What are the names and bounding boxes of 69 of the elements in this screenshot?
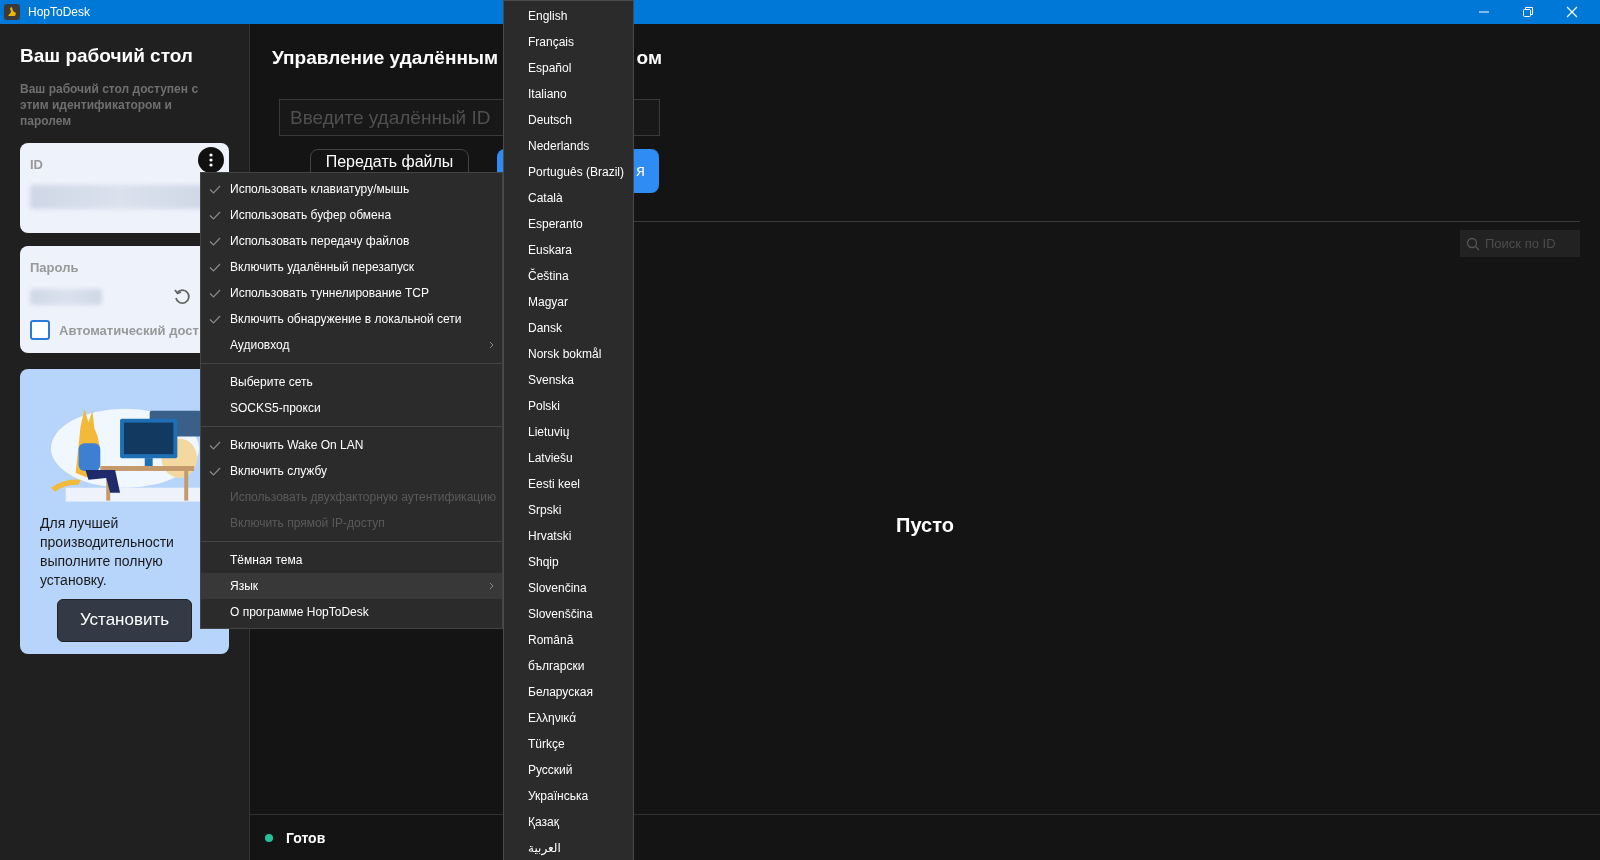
menu-item[interactable]: Português (Brazil) xyxy=(504,159,633,185)
menu-item[interactable]: Включить обнаружение в локальной сети xyxy=(201,306,502,332)
menu-item[interactable]: English xyxy=(504,3,633,29)
menu-item[interactable]: Polski xyxy=(504,393,633,419)
menu-item[interactable]: Dansk xyxy=(504,315,633,341)
menu-item[interactable]: Nederlands xyxy=(504,133,633,159)
install-button[interactable]: Установить xyxy=(57,598,192,642)
refresh-icon[interactable] xyxy=(173,288,191,306)
window-title: HopToDesk xyxy=(28,5,91,19)
menu-item[interactable]: Euskara xyxy=(504,237,633,263)
menu-item[interactable]: Deutsch xyxy=(504,107,633,133)
search-icon xyxy=(1466,237,1480,251)
status-dot xyxy=(265,833,273,842)
auto-access-label: Автоматический дост xyxy=(59,322,199,338)
menu-item[interactable]: Использовать передачу файлов xyxy=(201,228,502,254)
menu-item[interactable]: Latviešu xyxy=(504,445,633,471)
menu-item[interactable]: Norsk bokmål xyxy=(504,341,633,367)
menu-item[interactable]: Română xyxy=(504,627,633,653)
menu-item[interactable]: Srpski xyxy=(504,497,633,523)
menu-item[interactable]: Svenska xyxy=(504,367,633,393)
menu-item[interactable]: Slovenščina xyxy=(504,601,633,627)
menu-item[interactable]: Esperanto xyxy=(504,211,633,237)
menu-item[interactable]: Español xyxy=(504,55,633,81)
section-title: Управление удалённым xyxy=(272,47,499,69)
menu-item[interactable]: Türkçe xyxy=(504,731,633,757)
menu-item[interactable]: Язык xyxy=(201,573,502,599)
menu-item[interactable]: Français xyxy=(504,29,633,55)
close-icon[interactable] xyxy=(1566,6,1578,18)
menu-item[interactable]: Аудиовход xyxy=(201,332,502,358)
chevron-icon xyxy=(489,582,494,590)
password-label: Пароль xyxy=(30,260,79,275)
menu-item[interactable]: SOCKS5-прокси xyxy=(201,395,502,421)
empty-message: Пусто xyxy=(896,514,954,537)
menu-item[interactable]: Русский xyxy=(504,757,633,783)
kangaroo-icon xyxy=(4,4,20,20)
menu-item[interactable]: Magyar xyxy=(504,289,633,315)
checkbox[interactable] xyxy=(30,320,50,340)
panel-title: Ваш рабочий стол xyxy=(20,45,194,67)
menu-item[interactable]: Eesti keel xyxy=(504,471,633,497)
panel-description: Ваш рабочий стол доступен с этим идентификатором и паролем xyxy=(20,81,200,129)
menu-item[interactable]: Выберите сеть xyxy=(201,369,502,395)
menu-item[interactable]: Українська xyxy=(504,783,633,809)
blurred-value xyxy=(30,289,102,305)
chevron-icon xyxy=(489,341,494,349)
id-label: ID xyxy=(30,157,43,172)
more-icon xyxy=(209,153,213,167)
menu-item[interactable]: Қазақ xyxy=(504,809,633,835)
menu-item[interactable]: Shqip xyxy=(504,549,633,575)
menu-item[interactable]: български xyxy=(504,653,633,679)
menu-item[interactable]: Включить удалённый перезапуск xyxy=(201,254,502,280)
menu-item[interactable]: Включить службу xyxy=(201,458,502,484)
menu-item[interactable]: العربية xyxy=(504,835,633,860)
menu-item[interactable]: Hrvatski xyxy=(504,523,633,549)
restore-icon[interactable] xyxy=(1522,6,1534,18)
menu-item[interactable]: Использовать туннелирование TCP xyxy=(201,280,502,306)
menu-item[interactable]: Čeština xyxy=(504,263,633,289)
menu-item[interactable]: Slovenčina xyxy=(504,575,633,601)
menu-item[interactable]: Использовать буфер обмена xyxy=(201,202,502,228)
more-button[interactable] xyxy=(198,147,224,173)
menu-item[interactable]: Català xyxy=(504,185,633,211)
promo-text: Для лучшей производительности выполните полную установку. xyxy=(40,513,175,590)
menu-item[interactable]: Ελληνικά xyxy=(504,705,633,731)
menu-item[interactable]: Тёмная тема xyxy=(201,547,502,573)
menu-item[interactable]: Беларуская xyxy=(504,679,633,705)
menu-item[interactable]: Включить Wake On LAN xyxy=(201,432,502,458)
menu-item[interactable]: Lietuvių xyxy=(504,419,633,445)
section-title: ом xyxy=(636,47,662,69)
status-text: Готов xyxy=(286,829,326,846)
menu-item[interactable]: О программе HopToDesk xyxy=(201,599,502,625)
